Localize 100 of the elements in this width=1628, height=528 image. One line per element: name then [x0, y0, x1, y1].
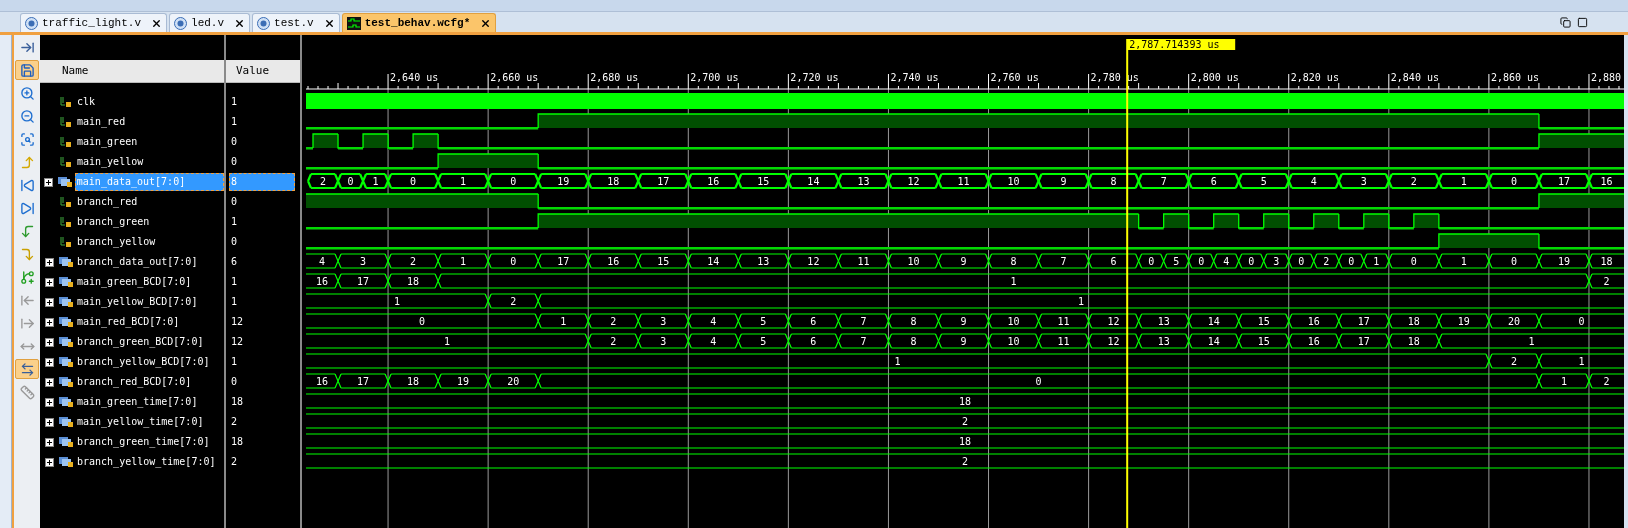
signal-name[interactable]: branch_data_out[7:0]	[75, 253, 200, 271]
close-button[interactable]	[151, 17, 163, 29]
bus-signal-icon	[58, 396, 74, 408]
bus-segment	[387, 253, 439, 269]
cursor-line[interactable]	[1126, 38, 1129, 528]
bit-signal-icon	[60, 196, 72, 208]
bus-value: 17	[357, 376, 370, 387]
bus-segment	[1488, 253, 1540, 269]
bus-value: 7	[860, 316, 867, 327]
bus-segment	[306, 172, 340, 190]
bus-value: 0	[1510, 176, 1517, 187]
time-label: 2,660 us	[490, 72, 539, 83]
signal-value: 1	[230, 295, 239, 309]
swap-arrows-icon	[19, 361, 35, 377]
bus-segment	[587, 172, 640, 190]
bus-value: 16	[1307, 316, 1320, 327]
bus-segment	[687, 313, 739, 329]
bit-signal-icon	[60, 96, 72, 108]
signal-name[interactable]: main_red	[75, 113, 128, 131]
signal-name[interactable]: branch_red	[75, 193, 140, 211]
signal-name[interactable]: main_yellow_time[7:0]	[75, 413, 206, 431]
editor-tab[interactable]: traffic_light.v	[20, 13, 168, 32]
signal-name[interactable]: branch_yellow_time[7:0]	[75, 453, 218, 471]
expand-icon[interactable]	[44, 297, 54, 307]
bus-segment	[1188, 313, 1240, 329]
expand-icon[interactable]	[44, 177, 54, 187]
signal-name[interactable]: clk	[75, 93, 98, 111]
bus-value: 19	[457, 376, 470, 387]
bus-value: 4	[710, 316, 717, 327]
expand-icon[interactable]	[44, 257, 54, 267]
signal-value: 12	[230, 315, 245, 329]
bus-value: 18	[1600, 256, 1613, 267]
corner-arrow-icon	[19, 246, 35, 262]
editor-tab[interactable]: test_behav.wcfg*	[341, 13, 497, 32]
bus-value: 0	[1248, 256, 1255, 267]
close-icon	[151, 17, 163, 29]
signal-name[interactable]: main_green	[75, 133, 140, 151]
bus-value: 6	[1210, 176, 1217, 187]
bus-value: 7	[860, 336, 867, 347]
signal-name[interactable]: branch_green	[75, 213, 152, 231]
signal-value: 1	[230, 215, 239, 229]
close-icon	[234, 17, 246, 29]
expand-icon[interactable]	[44, 397, 54, 407]
signal-name[interactable]: main_red_BCD[7:0]	[75, 313, 182, 331]
expand-icon[interactable]	[44, 417, 54, 427]
bus-segment	[1338, 333, 1390, 349]
signal-name[interactable]: branch_green_time[7:0]	[75, 433, 212, 451]
bus-value: 8	[910, 316, 917, 327]
bus-value: 0	[1578, 316, 1585, 327]
bus-value: 1	[1460, 176, 1467, 187]
toolbar-button[interactable]	[15, 60, 39, 80]
signal-value: 12	[230, 335, 245, 349]
bus-value: 2	[1510, 356, 1517, 367]
toolbar-button[interactable]	[15, 359, 39, 379]
signal-name[interactable]: main_yellow	[75, 153, 146, 171]
bus-value: 19	[1457, 316, 1470, 327]
close-button[interactable]	[480, 17, 492, 29]
time-label: 2,880	[1590, 72, 1622, 83]
editor-tab[interactable]: led.v	[169, 13, 251, 32]
bus-segment	[1137, 172, 1190, 190]
signal-name[interactable]: branch_green_BCD[7:0]	[75, 333, 206, 351]
signal-name[interactable]: branch_yellow	[75, 233, 158, 251]
restore-button[interactable]	[1560, 16, 1571, 28]
bus-segment	[637, 172, 690, 190]
expand-icon[interactable]	[44, 437, 54, 447]
close-button[interactable]	[323, 17, 335, 29]
signal-name[interactable]: main_green_BCD[7:0]	[75, 273, 194, 291]
expand-icon[interactable]	[44, 357, 54, 367]
bus-value: 2	[610, 336, 617, 347]
expand-icon[interactable]	[44, 377, 54, 387]
time-label: 2,740 us	[890, 72, 939, 83]
bus-segment	[1338, 313, 1390, 329]
bus-value: 16	[316, 276, 329, 287]
bus-value: 1	[1578, 356, 1585, 367]
bus-segment	[1288, 313, 1340, 329]
bus-segment	[1313, 253, 1340, 269]
signal-name[interactable]: branch_yellow_BCD[7:0]	[75, 353, 212, 371]
bus-value: 3	[1273, 256, 1280, 267]
column-header[interactable]: Name	[62, 62, 89, 80]
expand-icon[interactable]	[44, 457, 54, 467]
expand-icon[interactable]	[44, 317, 54, 327]
bus-value: 1	[1078, 296, 1085, 307]
expand-icon[interactable]	[44, 337, 54, 347]
close-button[interactable]	[234, 17, 246, 29]
editor-tab[interactable]: test.v	[252, 13, 340, 32]
bus-value: 16	[607, 256, 620, 267]
expand-icon[interactable]	[44, 277, 54, 287]
time-label: 2,640 us	[390, 72, 439, 83]
signal-name[interactable]: main_yellow_BCD[7:0]	[75, 293, 200, 311]
bus-segment	[1138, 313, 1190, 329]
bus-segment	[937, 333, 990, 349]
bus-segment	[937, 313, 990, 329]
bus-value: 15	[1257, 336, 1270, 347]
bus-value: 0	[1510, 256, 1517, 267]
signal-name[interactable]: branch_red_BCD[7:0]	[75, 373, 194, 391]
bus-signal-icon	[58, 416, 74, 428]
bus-value: 1	[444, 336, 451, 347]
bus-value: 1	[1373, 256, 1380, 267]
maximize-button[interactable]	[1577, 16, 1588, 28]
signal-name[interactable]: main_green_time[7:0]	[75, 393, 200, 411]
